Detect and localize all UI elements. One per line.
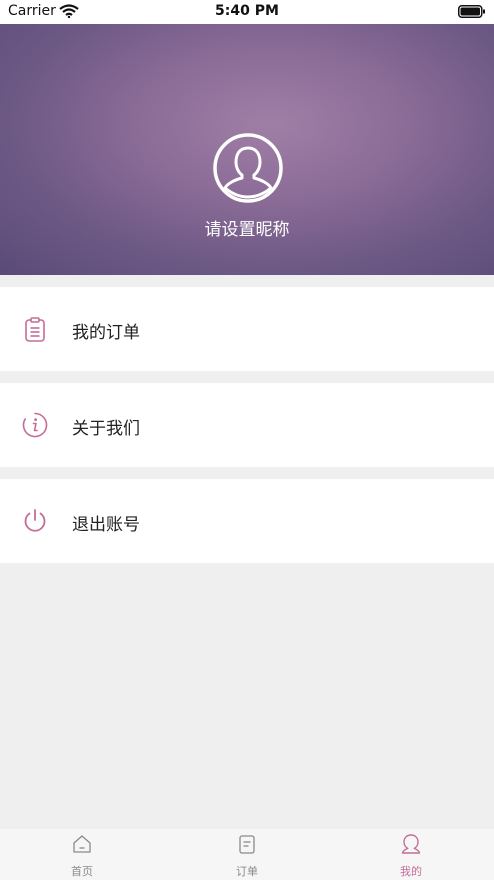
tab-orders[interactable]: 订单: [197, 829, 297, 880]
tab-label-home: 首页: [71, 865, 93, 878]
home-icon: [71, 833, 93, 855]
menu-label-about-us: 关于我们: [72, 419, 140, 439]
tab-mine[interactable]: 我的: [361, 829, 461, 880]
status-bar: Carrier 5:40 PM: [0, 0, 494, 24]
tab-label-orders: 订单: [236, 865, 258, 878]
tab-label-mine: 我的: [400, 865, 422, 878]
menu-item-logout[interactable]: 退出账号: [0, 479, 494, 563]
clipboard-icon: [22, 316, 48, 342]
user-avatar-icon: [213, 133, 283, 203]
nickname-label[interactable]: 请设置昵称: [0, 215, 494, 240]
profile-header: 请设置昵称: [0, 24, 494, 275]
menu-item-my-orders[interactable]: 我的订单: [0, 287, 494, 371]
avatar[interactable]: [212, 132, 283, 203]
menu-item-about-us[interactable]: 关于我们: [0, 383, 494, 467]
menu-label-logout: 退出账号: [72, 515, 140, 535]
tab-home[interactable]: 首页: [32, 829, 132, 880]
order-icon: [236, 833, 258, 855]
clock-time: 5:40 PM: [215, 3, 279, 19]
power-icon: [22, 508, 48, 534]
tab-bar: 首页 订单 我的: [0, 829, 494, 880]
user-icon: [400, 833, 422, 855]
info-icon: [22, 412, 48, 438]
menu-label-my-orders: 我的订单: [72, 323, 140, 343]
battery-icon: [458, 5, 486, 22]
